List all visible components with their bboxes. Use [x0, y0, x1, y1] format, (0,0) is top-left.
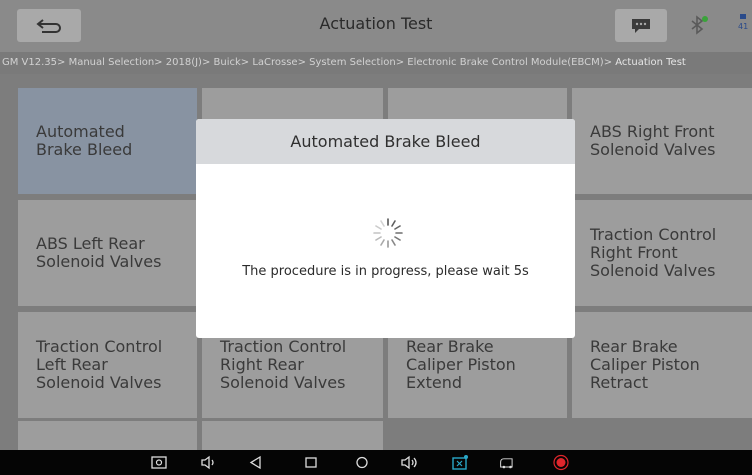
volume-down-icon[interactable]	[200, 454, 218, 471]
dialog-title: Automated Brake Bleed	[196, 119, 575, 164]
volume-up-icon[interactable]	[401, 454, 419, 471]
progress-dialog: Automated Brake Bleed The procedure is i…	[196, 119, 575, 338]
vci-icon[interactable]	[499, 454, 517, 471]
back-triangle-icon[interactable]	[247, 454, 265, 471]
modal-overlay: Automated Brake Bleed The procedure is i…	[0, 0, 752, 450]
dialog-message: The procedure is in progress, please wai…	[242, 264, 529, 279]
screenshot-icon[interactable]	[150, 454, 168, 471]
diagnostic-app-icon[interactable]	[451, 454, 469, 471]
home-square-icon[interactable]	[302, 454, 320, 471]
navigation-bar	[0, 450, 752, 475]
home-circle-icon[interactable]	[353, 454, 371, 471]
loading-spinner-icon	[373, 218, 403, 248]
record-icon[interactable]	[552, 454, 570, 471]
